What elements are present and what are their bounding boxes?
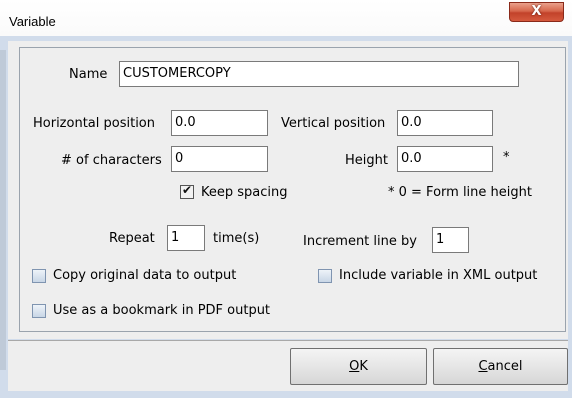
height-field[interactable]: 0.0 — [397, 146, 493, 172]
name-field[interactable]: CUSTOMERCOPY — [119, 61, 519, 87]
bookmark-label[interactable]: Use as a bookmark in PDF output — [53, 303, 270, 318]
height-label: Height — [345, 153, 388, 168]
copy-original-checkbox[interactable] — [32, 269, 46, 283]
height-asterisk: * — [503, 150, 510, 165]
include-xml-label[interactable]: Include variable in XML output — [339, 268, 537, 283]
keep-spacing-checkbox[interactable] — [180, 183, 194, 199]
close-button[interactable]: X — [509, 2, 564, 22]
window-border — [0, 50, 6, 370]
copy-original-label[interactable]: Copy original data to output — [53, 268, 236, 283]
horizontal-position-field[interactable]: 0.0 — [171, 110, 268, 136]
characters-field[interactable]: 0 — [171, 146, 268, 172]
times-label: time(s) — [213, 231, 260, 246]
increment-field[interactable]: 1 — [432, 227, 469, 253]
characters-label: # of characters — [61, 153, 162, 168]
ok-button[interactable]: OK — [290, 348, 427, 385]
name-label: Name — [69, 67, 108, 82]
close-icon: X — [531, 4, 542, 19]
cancel-label-rest: ancel — [487, 359, 523, 374]
cancel-button[interactable]: Cancel — [433, 348, 568, 385]
ok-label-rest: K — [359, 359, 368, 374]
horizontal-position-label: Horizontal position — [33, 116, 156, 131]
keep-spacing-label[interactable]: Keep spacing — [201, 185, 288, 200]
repeat-field[interactable]: 1 — [167, 225, 205, 251]
title-bar[interactable]: Variable X — [0, 0, 572, 36]
repeat-label: Repeat — [109, 231, 155, 246]
bookmark-checkbox[interactable] — [32, 304, 46, 318]
height-note: * 0 = Form line height — [388, 185, 532, 200]
vertical-position-label: Vertical position — [281, 116, 386, 131]
window-title: Variable — [9, 14, 56, 29]
cancel-mnemonic: C — [478, 359, 488, 374]
increment-label: Increment line by — [303, 234, 417, 249]
vertical-position-field[interactable]: 0.0 — [397, 110, 493, 136]
include-xml-checkbox[interactable] — [318, 269, 332, 283]
ok-mnemonic: O — [349, 359, 360, 374]
